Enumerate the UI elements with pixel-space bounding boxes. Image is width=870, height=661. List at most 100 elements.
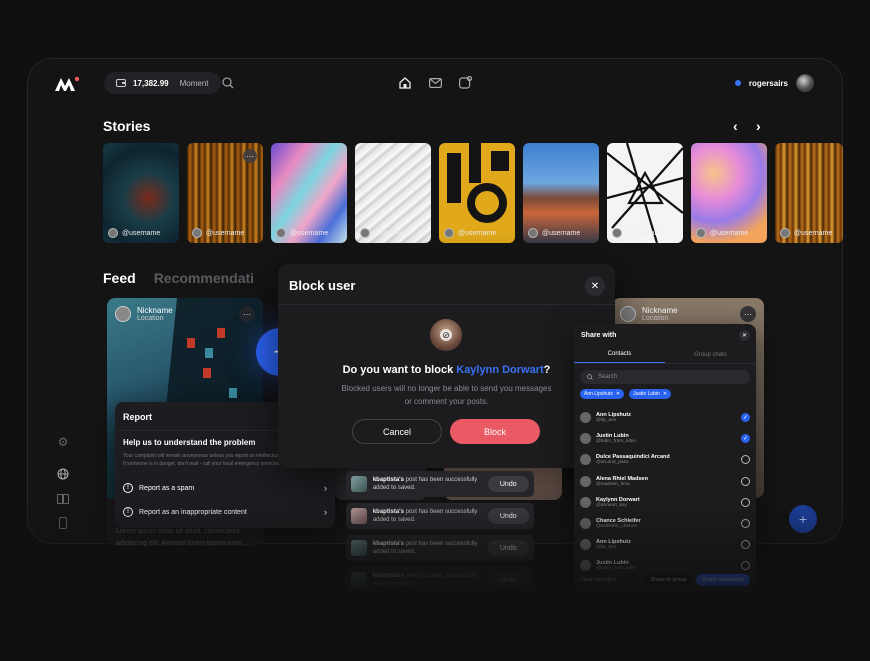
contact-row[interactable]: Justin Lubin @lubin_from_lubin ✓ (580, 428, 750, 449)
block-icon: ⊘ (440, 329, 452, 341)
post-thumbnail (351, 476, 367, 492)
block-user-modal: Block user ✕ ⊘ Do you want to block Kayl… (278, 264, 615, 468)
avatar (580, 412, 591, 424)
contact-handle: @madsen_lena (596, 481, 630, 487)
user-menu[interactable]: rogersairs (734, 74, 814, 92)
brand-logo[interactable] (54, 76, 80, 92)
contact-row[interactable]: Kaylynn Dorwart @dorwart_kay (580, 492, 750, 513)
block-question: Do you want to block Kaylynn Dorwart? (342, 364, 551, 376)
contact-row[interactable]: Dulce Passaquindici Arcand @arcand_pass (580, 449, 750, 470)
story-avatar (612, 228, 622, 238)
avatar (580, 496, 591, 508)
blocked-user-name: Kaylynn Dorwart (456, 364, 544, 376)
story-card[interactable]: @username (775, 143, 843, 243)
story-avatar (108, 228, 118, 238)
unchecked-icon[interactable] (741, 561, 750, 571)
stories-next-button[interactable]: › (756, 118, 761, 134)
story-card[interactable]: @username (607, 143, 683, 243)
report-option-inappropriate[interactable]: ! Report as an inappropriate content › (123, 504, 327, 520)
contact-handle: @arcand_pass (596, 460, 629, 466)
contact-list: Ann Lipshutz @lip_ann ✓ Justin Lubin @lubin_… (580, 407, 750, 577)
unchecked-icon[interactable] (741, 455, 750, 465)
mail-icon[interactable] (428, 76, 442, 90)
undo-button[interactable]: Undo (487, 508, 529, 524)
undo-button[interactable]: Undo (487, 572, 529, 588)
stories-title: Stories (103, 118, 151, 134)
alert-icon: ! (123, 483, 133, 493)
tab-feed[interactable]: Feed (103, 270, 136, 286)
cancel-button[interactable]: Cancel (352, 419, 442, 444)
contact-row[interactable]: Ann Lipshutz @lip_ann (580, 534, 750, 555)
story-username: @username (542, 229, 581, 237)
post-author[interactable]: Nickname Location (620, 306, 678, 322)
balance-pill[interactable]: 17,382.99 Moment (104, 72, 221, 94)
report-option-spam[interactable]: ! Report as a spam › (123, 480, 327, 496)
share-in-group-button[interactable]: Share in group (644, 574, 693, 586)
chip[interactable]: Ann Lipshutz ✕ (580, 389, 625, 399)
globe-icon[interactable] (56, 467, 70, 481)
more-icon[interactable]: ··· (239, 306, 255, 322)
report-question: Help us to understand the problem (123, 438, 256, 447)
story-card[interactable]: @username (691, 143, 767, 243)
undo-button[interactable]: Undo (487, 476, 529, 492)
story-card[interactable]: @username (439, 143, 515, 243)
avatar (580, 454, 591, 466)
story-avatar (696, 228, 706, 238)
post-thumbnail (351, 508, 367, 524)
wallet-icon (116, 79, 126, 87)
report-option-label: Report as a spam (139, 484, 195, 492)
avatar[interactable] (796, 74, 814, 92)
checked-icon[interactable]: ✓ (741, 434, 750, 444)
contact-handle: @lubin_from_lubin (596, 439, 637, 445)
unchecked-icon[interactable] (741, 540, 750, 550)
undo-button[interactable]: Undo (487, 540, 529, 556)
story-username: @username (794, 229, 833, 237)
unchecked-icon[interactable] (741, 519, 750, 529)
close-icon[interactable]: ✕ (663, 391, 667, 397)
story-card[interactable]: @username (523, 143, 599, 243)
unchecked-icon[interactable] (741, 497, 750, 507)
more-icon[interactable]: ··· (740, 306, 756, 322)
contact-row[interactable]: Alena Rhiel Madsen @madsen_lena (580, 471, 750, 492)
story-username: @username (290, 229, 329, 237)
story-card[interactable]: ··· @username (187, 143, 263, 243)
close-icon[interactable]: ✕ (585, 276, 605, 296)
search-input[interactable]: Search (580, 370, 750, 384)
more-icon[interactable]: ··· (243, 149, 257, 163)
tab-group-chats[interactable]: Group chats (665, 346, 756, 363)
tab-contacts[interactable]: Contacts (574, 346, 665, 363)
block-button[interactable]: Block (450, 419, 540, 444)
search-icon[interactable] (221, 76, 235, 90)
checked-icon[interactable]: ✓ (741, 413, 750, 423)
close-icon[interactable]: ✕ (739, 330, 750, 341)
divider (278, 304, 615, 305)
story-card[interactable]: @username (355, 143, 431, 243)
create-post-button-secondary[interactable]: + (789, 505, 817, 533)
phone-icon[interactable] (56, 516, 70, 530)
clear-selection-button[interactable]: Clear selection (580, 577, 616, 583)
close-icon[interactable]: ✕ (616, 391, 620, 397)
story-username: @username (458, 229, 497, 237)
modal-title: Block user (289, 278, 356, 293)
post-thumbnail (351, 572, 367, 588)
chevron-right-icon: › (324, 507, 327, 517)
contact-row[interactable]: Chance Schleifer @schleifer_chance (580, 513, 750, 534)
new-post-icon[interactable] (458, 75, 472, 89)
story-card[interactable]: @username (271, 143, 347, 243)
story-username: @username (626, 229, 665, 237)
post-author[interactable]: Nickname Location (115, 306, 173, 322)
unchecked-icon[interactable] (741, 476, 750, 486)
chip[interactable]: Justin Lubin ✕ (629, 389, 672, 399)
tab-recommendations[interactable]: Recommendati (154, 270, 254, 286)
share-separately-button[interactable]: Share separately (696, 574, 750, 586)
location: Location (642, 315, 669, 322)
settings-icon[interactable]: ⚙ (56, 435, 70, 449)
contact-row[interactable]: Ann Lipshutz @lip_ann ✓ (580, 407, 750, 428)
avatar (580, 539, 591, 551)
book-icon[interactable] (56, 492, 70, 506)
home-icon[interactable] (398, 76, 412, 90)
avatar (580, 475, 591, 487)
stories-prev-button[interactable]: ‹ (733, 118, 738, 134)
avatar (620, 306, 636, 322)
story-card[interactable]: @username (103, 143, 179, 243)
